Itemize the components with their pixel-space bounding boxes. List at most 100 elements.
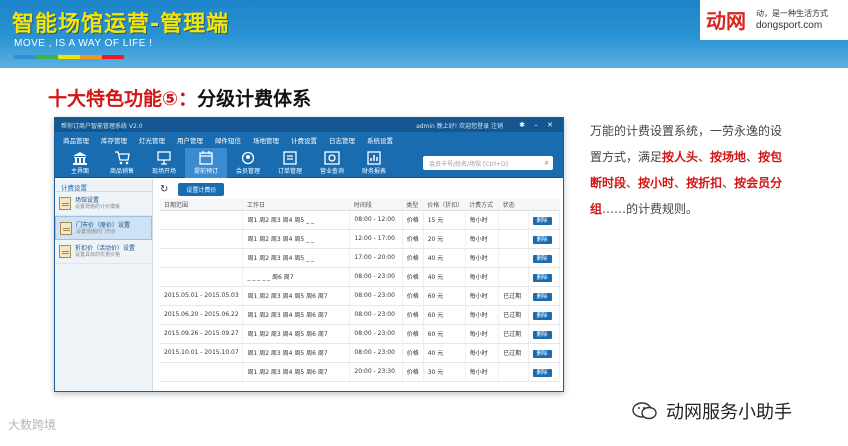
tool-orders[interactable]: 订单管理 bbox=[269, 150, 311, 175]
sidebar-item-sub: 设置场馆的计价模板 bbox=[75, 204, 121, 210]
sidebar-item-discount-price[interactable]: 折扣价（活动价）设置 设置具体的优惠价格 bbox=[55, 240, 152, 264]
brand-logo: 动网 动，是一种生活方式 dongsport.com bbox=[700, 0, 848, 40]
column-header: 价格（折扣） bbox=[423, 199, 466, 211]
menu-item-stock[interactable]: 库存管理 bbox=[101, 135, 127, 145]
cell-time: 17:00 - 20:00 bbox=[349, 248, 403, 268]
close-icon[interactable]: ✕ bbox=[543, 121, 557, 129]
cell-status: 已过期 bbox=[498, 305, 529, 325]
highlight-term: 按人头 bbox=[662, 150, 699, 164]
cell-type: 价格 bbox=[402, 210, 424, 230]
cell-date bbox=[160, 210, 244, 230]
cell-type: 价格 bbox=[402, 267, 424, 287]
note-icon bbox=[60, 222, 72, 235]
price-table: 日期范围 工作日 时间段 类型 价格（折扣） 计费方式 状态 周1 周2 周3 … bbox=[160, 199, 560, 382]
delete-button[interactable]: 删除 bbox=[532, 368, 552, 377]
slide-header: 智能场馆运营-管理端 MOVE , IS A WAY OF LIFE ! 动网 … bbox=[0, 0, 848, 68]
wechat-icon bbox=[632, 402, 657, 420]
cell-status bbox=[498, 210, 529, 230]
cell-action: 删除 bbox=[528, 229, 560, 249]
search-icon[interactable]: ⌕ bbox=[545, 158, 549, 168]
cell-mode: 每小时 bbox=[465, 362, 500, 382]
settings-icon[interactable]: ✱ bbox=[515, 121, 529, 129]
app-titlebar: 帮你订商户智能管理系统 V2.0 admin 晚上好! 欢迎您登录 注销 ✱ –… bbox=[55, 118, 563, 132]
cell-action: 删除 bbox=[528, 286, 560, 306]
cell-type: 价格 bbox=[402, 286, 424, 306]
refresh-icon[interactable]: ↻ bbox=[160, 184, 168, 195]
app-window: 帮你订商户智能管理系统 V2.0 admin 晚上好! 欢迎您登录 注销 ✱ –… bbox=[54, 117, 564, 392]
tool-members[interactable]: 会员管理 bbox=[227, 151, 269, 175]
separator: 、 bbox=[674, 176, 687, 190]
cell-action: 删除 bbox=[528, 362, 560, 382]
delete-button[interactable]: 删除 bbox=[532, 311, 552, 320]
column-header: 计费方式 bbox=[465, 199, 499, 211]
menu-item-venue[interactable]: 场地管理 bbox=[253, 135, 279, 145]
cell-days: 周1 周2 周3 周4 周5 周6 周7 bbox=[242, 305, 351, 325]
tool-label: 财务报表 bbox=[361, 167, 386, 175]
table-row: 2015.09.26 - 2015.09.27 周1 周2 周3 周4 周5 周6… bbox=[160, 324, 560, 344]
sidebar-header: 计费设置 bbox=[55, 179, 152, 192]
search-input[interactable]: 会员卡号/姓名/场馆 [Ctrl+D] ⌕ bbox=[423, 156, 553, 170]
delete-button[interactable]: 删除 bbox=[532, 254, 552, 263]
cell-status bbox=[498, 248, 529, 268]
cell-type: 价格 bbox=[402, 343, 424, 363]
cell-status bbox=[498, 229, 529, 249]
menu-item-users[interactable]: 用户管理 bbox=[177, 135, 203, 145]
menu-item-sms[interactable]: 邮件短信 bbox=[215, 135, 241, 145]
cell-time: 08:00 - 23:00 bbox=[349, 286, 403, 306]
color-swatch-blue bbox=[14, 55, 36, 59]
note-icon bbox=[59, 197, 71, 210]
sidebar-item-venue-settings[interactable]: 场馆设置 设置场馆的计价模板 bbox=[55, 192, 152, 216]
menu-item-lights[interactable]: 灯光管理 bbox=[139, 135, 165, 145]
user-info[interactable]: admin 晚上好! 欢迎您登录 注销 bbox=[416, 121, 503, 130]
delete-button[interactable]: 删除 bbox=[532, 273, 552, 282]
tool-onsite[interactable]: 现场开场 bbox=[143, 150, 185, 175]
table-row: 周1 周2 周3 周4 周5 _ _ 12:00 - 17:00 价格 20 元每小时… bbox=[160, 229, 560, 249]
cell-time: 08:00 - 12:00 bbox=[349, 210, 403, 230]
cell-days: 周1 周2 周3 周4 周5 _ _ bbox=[242, 229, 351, 249]
delete-button[interactable]: 删除 bbox=[532, 216, 552, 225]
table-row: 2015.10.01 - 2015.10.07 周1 周2 周3 周4 周5 周6… bbox=[160, 343, 560, 363]
sidebar-item-label: 折扣价（活动价）设置 bbox=[75, 245, 136, 252]
cell-price: 40 元 bbox=[423, 248, 466, 268]
delete-button[interactable]: 删除 bbox=[532, 235, 552, 244]
menu-item-system[interactable]: 系统设置 bbox=[367, 135, 393, 145]
watermark-left: 大数跨境 bbox=[8, 416, 56, 433]
report-icon bbox=[367, 150, 381, 165]
table-header-row: 日期范围 工作日 时间段 类型 价格（折扣） 计费方式 状态 bbox=[160, 199, 560, 211]
cell-time: 20:00 - 23:30 bbox=[349, 362, 403, 382]
set-price-button[interactable]: 设置计费价 bbox=[178, 182, 225, 196]
column-header: 状态 bbox=[498, 199, 528, 211]
cell-type: 价格 bbox=[402, 362, 424, 382]
color-swatch-red bbox=[102, 55, 124, 59]
separator: 、 bbox=[722, 176, 735, 190]
minimize-icon[interactable]: – bbox=[529, 121, 543, 129]
delete-button[interactable]: 删除 bbox=[532, 292, 552, 301]
cell-days: 周1 周2 周3 周4 周5 _ _ bbox=[242, 248, 351, 268]
table-row: 2015.06.20 - 2015.06.22 周1 周2 周3 周4 周5 周6… bbox=[160, 305, 560, 325]
cell-status bbox=[498, 362, 529, 382]
delete-button[interactable]: 删除 bbox=[532, 330, 552, 339]
cell-mode: 每小时 bbox=[465, 229, 500, 249]
content-area: ↻ 设置计费价 日期范围 工作日 时间段 类型 价格（折扣） 计费方式 状态 周… bbox=[154, 179, 563, 391]
cell-status: 已过期 bbox=[498, 343, 529, 363]
sidebar-item-retail-price[interactable]: 门市价（原价）设置 设置场馆的门市价 bbox=[55, 216, 152, 240]
watermark-right: 动网服务小助手 bbox=[632, 398, 792, 424]
cell-type: 价格 bbox=[402, 305, 424, 325]
feature-title-prefix: 十大特色功能⑤： bbox=[48, 88, 198, 110]
tool-booking[interactable]: 提前预订 bbox=[185, 147, 227, 178]
cell-mode: 每小时 bbox=[465, 324, 500, 344]
delete-button[interactable]: 删除 bbox=[532, 349, 552, 358]
tool-business-query[interactable]: 营业查询 bbox=[311, 150, 353, 175]
menu-item-logs[interactable]: 日志管理 bbox=[329, 135, 355, 145]
tool-sales[interactable]: 商品销售 bbox=[101, 150, 143, 175]
cell-type: 价格 bbox=[402, 229, 424, 249]
highlight-term: 按场地 bbox=[710, 150, 747, 164]
monitor-icon bbox=[157, 150, 171, 165]
menu-item-billing[interactable]: 计费设置 bbox=[291, 135, 317, 145]
tool-home[interactable]: 主界面 bbox=[59, 151, 101, 175]
cell-mode: 每小时 bbox=[465, 210, 500, 230]
tool-finance[interactable]: 财务报表 bbox=[353, 150, 395, 175]
color-swatch-green bbox=[36, 55, 58, 59]
cell-time: 08:00 - 23:00 bbox=[349, 305, 403, 325]
menu-item-goods[interactable]: 商品管理 bbox=[63, 135, 89, 145]
